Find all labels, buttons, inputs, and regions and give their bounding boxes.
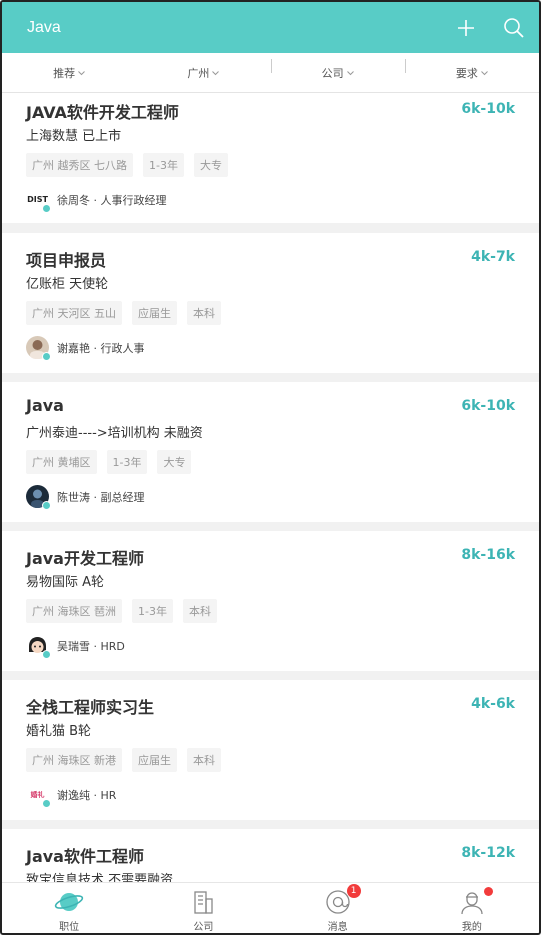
- job-salary: 6k-10k: [461, 101, 515, 117]
- planet-icon: [54, 887, 84, 917]
- job-salary: 6k-10k: [461, 398, 515, 414]
- company-info: 婚礼猫 B轮: [26, 724, 92, 739]
- job-card[interactable]: Java软件工程师 8k-12k 致宝信息技术 不需要融资: [2, 829, 539, 882]
- tag-education: 本科: [187, 301, 221, 325]
- recruiter-name: 谢嘉艳 · 行政人事: [57, 341, 145, 355]
- nav-profile[interactable]: 我的: [405, 883, 539, 933]
- job-salary: 8k-16k: [461, 547, 515, 563]
- job-card[interactable]: 项目申报员 4k-7k 亿账柜 天使轮 广州 天河区 五山 应届生 本科 谢嘉艳…: [2, 233, 539, 373]
- tag-education: 大专: [157, 450, 192, 474]
- add-icon[interactable]: [455, 17, 477, 39]
- tag-education: 大专: [193, 153, 228, 177]
- avatar: [26, 634, 51, 659]
- job-tags: 广州 黄埔区 1-3年 大专: [26, 450, 192, 474]
- job-tags: 广州 天河区 五山 应届生 本科: [26, 301, 221, 325]
- company-info: 易物国际 A轮: [26, 575, 105, 590]
- filter-recommend[interactable]: 推荐: [2, 65, 136, 81]
- job-card[interactable]: Java 6k-10k 广州泰迪---->培训机构 未融资 广州 黄埔区 1-3…: [2, 382, 539, 522]
- chevron-down-icon: [78, 66, 85, 79]
- chevron-down-icon: [346, 66, 354, 79]
- company-info: 致宝信息技术 不需要融资: [26, 873, 174, 882]
- avatar: 婚礼: [26, 783, 51, 808]
- tag-education: 本科: [187, 748, 221, 772]
- filter-city[interactable]: 广州: [136, 65, 270, 81]
- job-tags: 广州 海珠区 琶洲 1-3年 本科: [26, 599, 217, 623]
- tag-location: 广州 海珠区 琶洲: [26, 599, 122, 623]
- job-title: Java开发工程师: [26, 549, 144, 568]
- recruiter-name: 吴瑞雪 · HRD: [57, 639, 125, 653]
- tag-location: 广州 黄埔区: [26, 450, 97, 474]
- recruiter-name: 陈世涛 · 副总经理: [57, 490, 145, 504]
- verified-icon: [42, 799, 51, 808]
- job-title: JAVA软件开发工程师: [26, 103, 179, 122]
- job-tags: 广州 海珠区 新港 应届生 本科: [26, 748, 221, 772]
- verified-icon: [42, 650, 51, 659]
- chevron-down-icon: [481, 66, 488, 79]
- nav-companies[interactable]: 公司: [136, 883, 270, 933]
- recruiter: 吴瑞雪 · HRD: [26, 634, 125, 659]
- company-info: 广州泰迪---->培训机构 未融资: [26, 426, 203, 441]
- job-salary: 4k-7k: [471, 249, 515, 265]
- tag-education: 本科: [182, 599, 217, 623]
- avatar: DIST: [26, 188, 51, 213]
- job-salary: 8k-12k: [461, 845, 515, 861]
- tag-location: 广州 越秀区 七八路: [26, 153, 133, 177]
- profile-icon: [457, 887, 493, 917]
- nav-messages[interactable]: 1 消息: [271, 883, 405, 933]
- page-title: Java: [27, 18, 61, 36]
- chevron-down-icon: [212, 66, 220, 79]
- tag-experience: 1-3年: [106, 450, 148, 474]
- message-icon: 1: [323, 884, 361, 917]
- filter-bar: 推荐 广州 公司 要求: [2, 53, 539, 93]
- tag-experience: 1-3年: [132, 599, 173, 623]
- search-icon[interactable]: [503, 17, 525, 39]
- building-icon: [188, 887, 218, 917]
- job-title: 全栈工程师实习生: [26, 698, 155, 717]
- verified-icon: [42, 352, 51, 361]
- recruiter-name: 谢逸纯 · HR: [57, 788, 117, 802]
- recruiter: 婚礼 谢逸纯 · HR: [26, 783, 117, 808]
- job-title: Java软件工程师: [26, 847, 144, 866]
- job-card[interactable]: JAVA软件开发工程师 6k-10k 上海数慧 已上市 广州 越秀区 七八路 1…: [2, 93, 539, 223]
- tag-location: 广州 海珠区 新港: [26, 748, 122, 772]
- job-card[interactable]: 全栈工程师实习生 4k-6k 婚礼猫 B轮 广州 海珠区 新港 应届生 本科 婚…: [2, 680, 539, 820]
- avatar: [26, 485, 51, 510]
- recruiter-name: 徐周冬 · 人事行政经理: [57, 193, 167, 207]
- tag-experience: 1-3年: [143, 153, 184, 177]
- tag-experience: 应届生: [132, 748, 177, 772]
- job-title: 项目申报员: [26, 251, 107, 270]
- unread-badge: 1: [346, 884, 361, 898]
- nav-jobs[interactable]: 职位: [2, 883, 136, 933]
- verified-icon: [42, 204, 51, 213]
- verified-icon: [42, 501, 51, 510]
- top-bar: Java: [2, 2, 539, 53]
- tag-location: 广州 天河区 五山: [26, 301, 122, 325]
- job-card[interactable]: Java开发工程师 8k-16k 易物国际 A轮 广州 海珠区 琶洲 1-3年 …: [2, 531, 539, 671]
- recruiter: 陈世涛 · 副总经理: [26, 485, 145, 510]
- avatar: [26, 336, 51, 361]
- filter-requirements[interactable]: 要求: [404, 58, 539, 81]
- recruiter: DIST 徐周冬 · 人事行政经理: [26, 188, 167, 213]
- recruiter: 谢嘉艳 · 行政人事: [26, 336, 145, 361]
- tag-experience: 应届生: [132, 301, 177, 325]
- company-info: 亿账柜 天使轮: [26, 277, 109, 292]
- app-frame: Java 推荐 广州 公司 要求 JAVA软件开发工程师 6k-10k 上海数慧…: [0, 0, 541, 935]
- bottom-nav: 职位 公司 1 消息 我的: [2, 882, 539, 933]
- company-info: 上海数慧 已上市: [26, 129, 122, 144]
- notification-dot: [483, 887, 493, 896]
- job-title: Java: [26, 396, 64, 415]
- job-list[interactable]: JAVA软件开发工程师 6k-10k 上海数慧 已上市 广州 越秀区 七八路 1…: [2, 93, 539, 882]
- job-salary: 4k-6k: [471, 696, 515, 712]
- filter-company[interactable]: 公司: [270, 58, 405, 81]
- job-tags: 广州 越秀区 七八路 1-3年 大专: [26, 153, 228, 177]
